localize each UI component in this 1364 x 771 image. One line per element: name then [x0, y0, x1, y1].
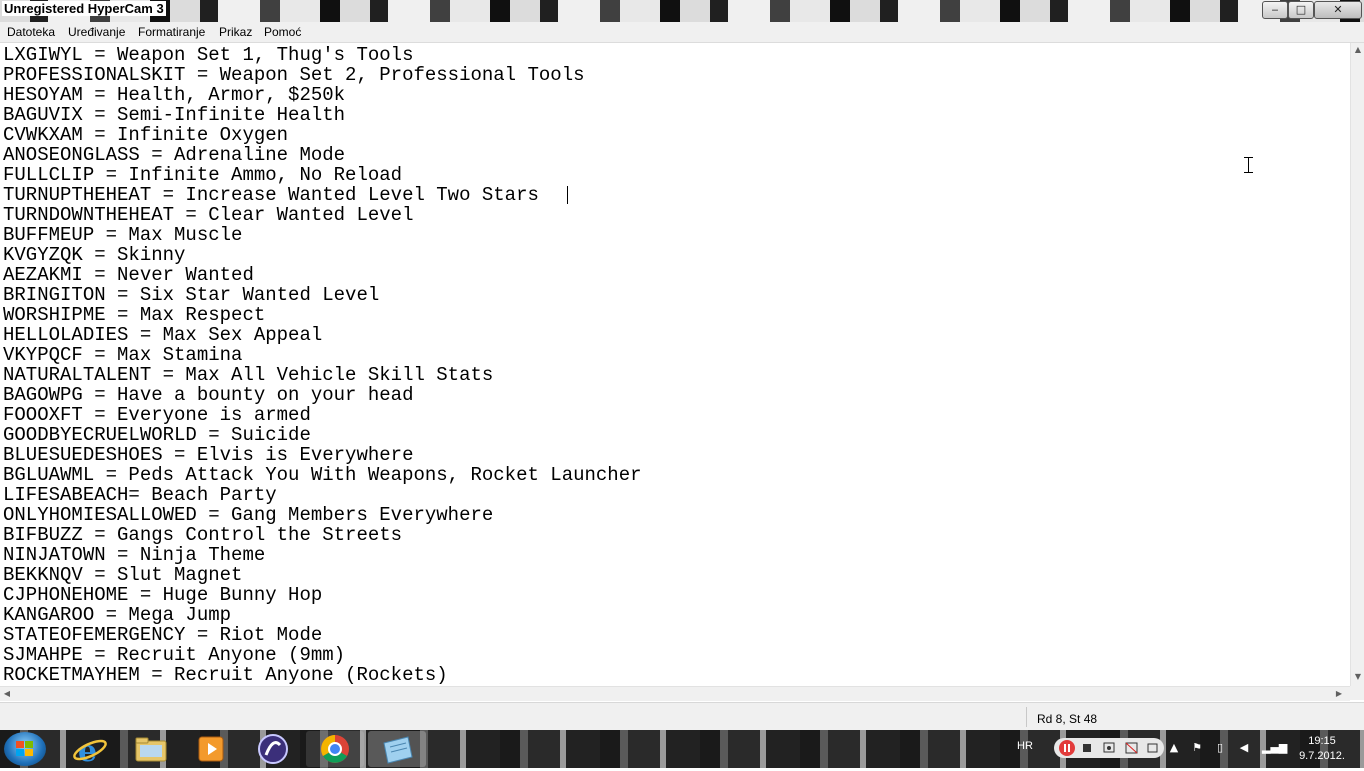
close-button[interactable]: ✕	[1314, 1, 1362, 19]
ibeam-cursor-icon	[1243, 157, 1255, 173]
text-line[interactable]: BRINGITON = Six Star Wanted Level	[3, 285, 642, 305]
text-line[interactable]: TURNDOWNTHEHEAT = Clear Wanted Level	[3, 205, 642, 225]
text-line[interactable]: AEZAKMI = Never Wanted	[3, 265, 642, 285]
text-line[interactable]: BEKKNQV = Slut Magnet	[3, 565, 642, 585]
cursor-position: Rd 8, St 48	[1037, 712, 1098, 726]
text-line[interactable]: BAGOWPG = Have a bounty on your head	[3, 385, 642, 405]
network-signal-icon[interactable]: ▂▄▆	[1262, 742, 1287, 754]
show-hidden-icons-icon[interactable]: ▲	[1168, 742, 1180, 754]
text-line[interactable]: ANOSEONGLASS = Adrenaline Mode	[3, 145, 642, 165]
minimize-button[interactable]: ‒	[1262, 1, 1288, 19]
text-line[interactable]: LXGIWYL = Weapon Set 1, Thug's Tools	[3, 45, 642, 65]
text-line[interactable]: NINJATOWN = Ninja Theme	[3, 545, 642, 565]
system-tray: HR ▲ ⚑ ▯ ◀ ▂▄▆ 19:15 9.7.2012.	[1004, 730, 1364, 768]
menu-file[interactable]: Datoteka	[7, 25, 55, 39]
text-line[interactable]: BGLUAWML = Peds Attack You With Weapons,…	[3, 465, 642, 485]
scroll-left-icon[interactable]: ◀	[2, 689, 12, 699]
taskbar: e HR ▲ ⚑ ▯ ◀ ▂▄▆ 19:15 9.7.2012.	[0, 730, 1364, 769]
scroll-up-icon[interactable]: ▲	[1353, 45, 1363, 55]
text-line[interactable]: ONLYHOMIESALLOWED = Gang Members Everywh…	[3, 505, 642, 525]
battery-icon[interactable]: ▯	[1214, 742, 1226, 754]
text-line[interactable]: BIFBUZZ = Gangs Control the Streets	[3, 525, 642, 545]
text-line[interactable]: CJPHONEHOME = Huge Bunny Hop	[3, 585, 642, 605]
horizontal-scrollbar[interactable]: ◀ ▶	[0, 686, 1350, 701]
scroll-down-icon[interactable]: ▼	[1353, 672, 1363, 682]
text-line[interactable]: KANGAROO = Mega Jump	[3, 605, 642, 625]
text-line[interactable]: BLUESUEDESHOES = Elvis is Everywhere	[3, 445, 642, 465]
status-divider	[1026, 707, 1027, 727]
maximize-button[interactable]: □	[1288, 1, 1314, 19]
internet-explorer-button[interactable]: e	[62, 731, 120, 769]
notepad-button[interactable]	[368, 731, 426, 767]
menu-view[interactable]: Prikaz	[219, 25, 252, 39]
text-line[interactable]: STATEOFEMERGENCY = Riot Mode	[3, 625, 642, 645]
text-line[interactable]: BUFFMEUP = Max Muscle	[3, 225, 642, 245]
volume-icon[interactable]: ◀	[1238, 742, 1250, 754]
text-line[interactable]: FOOOXFT = Everyone is armed	[3, 405, 642, 425]
text-line[interactable]: GOODBYECRUELWORLD = Suicide	[3, 425, 642, 445]
window-title: Unregistered HyperCam 3	[2, 1, 166, 16]
text-line[interactable]: NATURALTALENT = Max All Vehicle Skill St…	[3, 365, 642, 385]
text-line[interactable]: TURNUPTHEHEAT = Increase Wanted Level Tw…	[3, 185, 642, 205]
text-caret	[567, 186, 568, 204]
title-bar: Unregistered HyperCam 3 ‒ □ ✕	[0, 0, 1364, 22]
chrome-icon	[321, 735, 349, 763]
svg-text:e: e	[78, 734, 97, 767]
text-line[interactable]: HESOYAM = Health, Armor, $250k	[3, 85, 642, 105]
clock[interactable]: 19:15 9.7.2012.	[1294, 734, 1350, 764]
clock-time: 19:15	[1308, 735, 1336, 747]
menu-bar: Datoteka Uređivanje Formatiranje Prikaz …	[0, 22, 1364, 43]
language-indicator[interactable]: HR	[1017, 740, 1033, 752]
text-line[interactable]: ROCKETMAYHEM = Recruit Anyone (Rockets)	[3, 665, 642, 685]
recorder-toolbar-icon	[1059, 740, 1158, 756]
recorder-controls	[1054, 738, 1164, 758]
menu-edit[interactable]: Uređivanje	[68, 25, 125, 39]
text-line[interactable]: HELLOLADIES = Max Sex Appeal	[3, 325, 642, 345]
file-explorer-icon	[135, 737, 167, 762]
text-line[interactable]: CVWKXAM = Infinite Oxygen	[3, 125, 642, 145]
windows-logo-icon	[16, 741, 34, 757]
start-button[interactable]	[4, 732, 46, 766]
internet-explorer-icon: e	[73, 734, 107, 769]
scroll-right-icon[interactable]: ▶	[1334, 689, 1344, 699]
text-line[interactable]: SJMAHPE = Recruit Anyone (9mm)	[3, 645, 642, 665]
text-line[interactable]: WORSHIPME = Max Respect	[3, 305, 642, 325]
torrent-client-button[interactable]	[244, 731, 302, 767]
media-player-icon	[198, 736, 224, 762]
media-player-button[interactable]	[182, 731, 240, 767]
scrollbar-corner	[1350, 686, 1364, 700]
action-center-flag-icon[interactable]: ⚑	[1191, 742, 1203, 754]
text-line[interactable]: VKYPQCF = Max Stamina	[3, 345, 642, 365]
clock-date: 9.7.2012.	[1299, 750, 1345, 762]
text-line[interactable]: KVGYZQK = Skinny	[3, 245, 642, 265]
text-line[interactable]: FULLCLIP = Infinite Ammo, No Reload	[3, 165, 642, 185]
notepad-icon	[383, 736, 413, 764]
torrent-client-icon	[258, 734, 288, 764]
text-editor[interactable]: LXGIWYL = Weapon Set 1, Thug's Tools PROF…	[0, 43, 1350, 686]
text-line[interactable]: BAGUVIX = Semi-Infinite Health	[3, 105, 642, 125]
text-line[interactable]: PROFESSIONALSKIT = Weapon Set 2, Profess…	[3, 65, 642, 85]
menu-help[interactable]: Pomoć	[264, 25, 301, 39]
chrome-button[interactable]	[306, 731, 364, 767]
text-line[interactable]: LIFESABEACH= Beach Party	[3, 485, 642, 505]
vertical-scrollbar[interactable]: ▲ ▼	[1350, 43, 1364, 686]
menu-format[interactable]: Formatiranje	[138, 25, 205, 39]
file-explorer-button[interactable]	[122, 731, 180, 767]
text-content[interactable]: LXGIWYL = Weapon Set 1, Thug's Tools PROF…	[3, 45, 642, 685]
status-bar: Rd 8, St 48	[0, 702, 1364, 731]
